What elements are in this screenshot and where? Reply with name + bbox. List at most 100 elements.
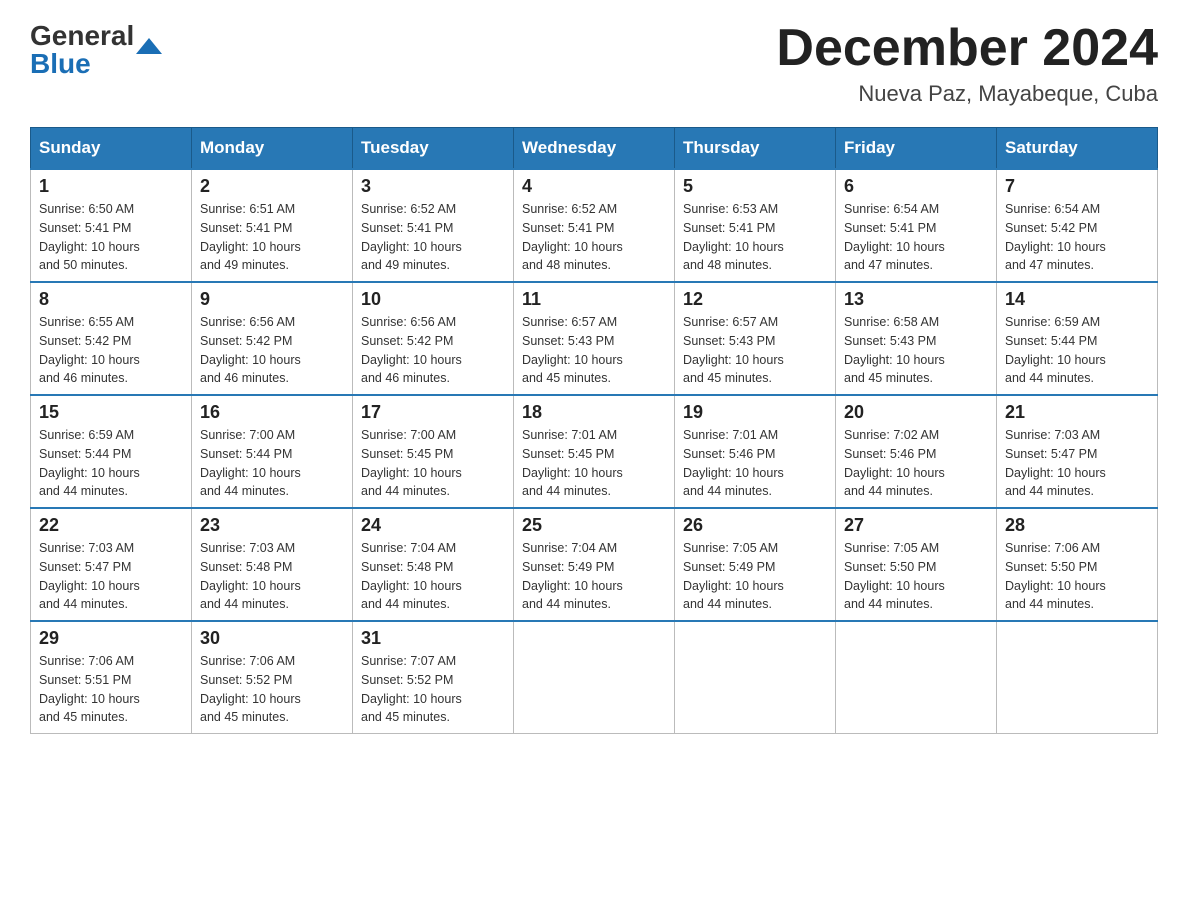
day-number: 4 <box>522 176 666 197</box>
calendar-cell: 21Sunrise: 7:03 AMSunset: 5:47 PMDayligh… <box>997 395 1158 508</box>
day-info: Sunrise: 7:06 AMSunset: 5:52 PMDaylight:… <box>200 652 344 727</box>
calendar-cell: 5Sunrise: 6:53 AMSunset: 5:41 PMDaylight… <box>675 169 836 282</box>
calendar-cell: 13Sunrise: 6:58 AMSunset: 5:43 PMDayligh… <box>836 282 997 395</box>
day-number: 1 <box>39 176 183 197</box>
calendar-table: SundayMondayTuesdayWednesdayThursdayFrid… <box>30 127 1158 734</box>
week-row-3: 15 Sunrise: 6:59 AMSunset: 5:44 PMDayligh… <box>31 395 1158 508</box>
day-info: Sunrise: 7:03 AMSunset: 5:48 PMDaylight:… <box>200 539 344 614</box>
weekday-header-tuesday: Tuesday <box>353 128 514 170</box>
day-number: 26 <box>683 515 827 536</box>
day-info: Sunrise: 6:52 AMSunset: 5:41 PMDaylight:… <box>361 200 505 275</box>
calendar-cell: 11 Sunrise: 6:57 AMSunset: 5:43 PMDayligh… <box>514 282 675 395</box>
day-info: Sunrise: 7:04 AMSunset: 5:48 PMDaylight:… <box>361 539 505 614</box>
calendar-cell: 18 Sunrise: 7:01 AMSunset: 5:45 PMDayligh… <box>514 395 675 508</box>
day-info: Sunrise: 7:06 AMSunset: 5:50 PMDaylight:… <box>1005 539 1149 614</box>
location-title: Nueva Paz, Mayabeque, Cuba <box>776 81 1158 107</box>
day-info: Sunrise: 6:51 AMSunset: 5:41 PMDaylight:… <box>200 200 344 275</box>
calendar-cell: 6Sunrise: 6:54 AMSunset: 5:41 PMDaylight… <box>836 169 997 282</box>
weekday-header-thursday: Thursday <box>675 128 836 170</box>
day-number: 6 <box>844 176 988 197</box>
calendar-cell <box>514 621 675 734</box>
calendar-cell: 15 Sunrise: 6:59 AMSunset: 5:44 PMDayligh… <box>31 395 192 508</box>
day-info: Sunrise: 6:59 AMSunset: 5:44 PMDaylight:… <box>1005 313 1149 388</box>
logo-blue-text: Blue <box>30 48 91 79</box>
day-number: 3 <box>361 176 505 197</box>
calendar-cell <box>675 621 836 734</box>
calendar-cell: 19 Sunrise: 7:01 AMSunset: 5:46 PMDayligh… <box>675 395 836 508</box>
day-number: 21 <box>1005 402 1149 423</box>
day-number: 15 <box>39 402 183 423</box>
day-info: Sunrise: 6:52 AMSunset: 5:41 PMDaylight:… <box>522 200 666 275</box>
month-title: December 2024 <box>776 20 1158 77</box>
day-number: 11 <box>522 289 666 310</box>
logo-area: General Blue <box>30 20 162 80</box>
calendar-cell: 16 Sunrise: 7:00 AMSunset: 5:44 PMDayligh… <box>192 395 353 508</box>
day-number: 12 <box>683 289 827 310</box>
title-area: December 2024 Nueva Paz, Mayabeque, Cuba <box>776 20 1158 107</box>
day-number: 23 <box>200 515 344 536</box>
day-info: Sunrise: 6:58 AMSunset: 5:43 PMDaylight:… <box>844 313 988 388</box>
calendar-cell: 9Sunrise: 6:56 AMSunset: 5:42 PMDaylight… <box>192 282 353 395</box>
day-number: 25 <box>522 515 666 536</box>
day-number: 5 <box>683 176 827 197</box>
calendar-cell: 4 Sunrise: 6:52 AMSunset: 5:41 PMDaylight… <box>514 169 675 282</box>
day-info: Sunrise: 7:05 AMSunset: 5:49 PMDaylight:… <box>683 539 827 614</box>
calendar-cell: 31 Sunrise: 7:07 AMSunset: 5:52 PMDayligh… <box>353 621 514 734</box>
calendar-cell: 3 Sunrise: 6:52 AMSunset: 5:41 PMDaylight… <box>353 169 514 282</box>
day-number: 8 <box>39 289 183 310</box>
calendar-cell: 25 Sunrise: 7:04 AMSunset: 5:49 PMDayligh… <box>514 508 675 621</box>
weekday-header-monday: Monday <box>192 128 353 170</box>
day-info: Sunrise: 6:57 AMSunset: 5:43 PMDaylight:… <box>683 313 827 388</box>
day-number: 29 <box>39 628 183 649</box>
day-number: 31 <box>361 628 505 649</box>
calendar-cell: 24 Sunrise: 7:04 AMSunset: 5:48 PMDayligh… <box>353 508 514 621</box>
calendar-cell: 29 Sunrise: 7:06 AMSunset: 5:51 PMDayligh… <box>31 621 192 734</box>
day-info: Sunrise: 6:59 AMSunset: 5:44 PMDaylight:… <box>39 426 183 501</box>
day-number: 17 <box>361 402 505 423</box>
day-info: Sunrise: 7:04 AMSunset: 5:49 PMDaylight:… <box>522 539 666 614</box>
week-row-2: 8 Sunrise: 6:55 AMSunset: 5:42 PMDaylight… <box>31 282 1158 395</box>
day-info: Sunrise: 7:00 AMSunset: 5:45 PMDaylight:… <box>361 426 505 501</box>
calendar-cell: 28 Sunrise: 7:06 AMSunset: 5:50 PMDayligh… <box>997 508 1158 621</box>
day-number: 9 <box>200 289 344 310</box>
day-info: Sunrise: 6:56 AMSunset: 5:42 PMDaylight:… <box>361 313 505 388</box>
calendar-cell: 26 Sunrise: 7:05 AMSunset: 5:49 PMDayligh… <box>675 508 836 621</box>
calendar-cell: 22Sunrise: 7:03 AMSunset: 5:47 PMDayligh… <box>31 508 192 621</box>
calendar-cell: 23 Sunrise: 7:03 AMSunset: 5:48 PMDayligh… <box>192 508 353 621</box>
weekday-header-sunday: Sunday <box>31 128 192 170</box>
day-number: 7 <box>1005 176 1149 197</box>
day-info: Sunrise: 7:01 AMSunset: 5:45 PMDaylight:… <box>522 426 666 501</box>
day-number: 16 <box>200 402 344 423</box>
day-info: Sunrise: 6:57 AMSunset: 5:43 PMDaylight:… <box>522 313 666 388</box>
logo: General Blue <box>30 20 162 80</box>
calendar-cell: 12 Sunrise: 6:57 AMSunset: 5:43 PMDayligh… <box>675 282 836 395</box>
day-info: Sunrise: 7:05 AMSunset: 5:50 PMDaylight:… <box>844 539 988 614</box>
calendar-cell: 7Sunrise: 6:54 AMSunset: 5:42 PMDaylight… <box>997 169 1158 282</box>
day-info: Sunrise: 7:02 AMSunset: 5:46 PMDaylight:… <box>844 426 988 501</box>
calendar-cell: 10 Sunrise: 6:56 AMSunset: 5:42 PMDayligh… <box>353 282 514 395</box>
day-info: Sunrise: 7:00 AMSunset: 5:44 PMDaylight:… <box>200 426 344 501</box>
weekday-header-wednesday: Wednesday <box>514 128 675 170</box>
calendar-cell: 30 Sunrise: 7:06 AMSunset: 5:52 PMDayligh… <box>192 621 353 734</box>
weekday-header-saturday: Saturday <box>997 128 1158 170</box>
day-number: 30 <box>200 628 344 649</box>
day-number: 14 <box>1005 289 1149 310</box>
day-info: Sunrise: 7:06 AMSunset: 5:51 PMDaylight:… <box>39 652 183 727</box>
day-info: Sunrise: 7:01 AMSunset: 5:46 PMDaylight:… <box>683 426 827 501</box>
calendar-cell: 8 Sunrise: 6:55 AMSunset: 5:42 PMDaylight… <box>31 282 192 395</box>
calendar-cell: 20Sunrise: 7:02 AMSunset: 5:46 PMDayligh… <box>836 395 997 508</box>
calendar-cell <box>836 621 997 734</box>
calendar-cell: 2 Sunrise: 6:51 AMSunset: 5:41 PMDaylight… <box>192 169 353 282</box>
day-number: 10 <box>361 289 505 310</box>
weekday-header-row: SundayMondayTuesdayWednesdayThursdayFrid… <box>31 128 1158 170</box>
day-info: Sunrise: 6:55 AMSunset: 5:42 PMDaylight:… <box>39 313 183 388</box>
day-number: 27 <box>844 515 988 536</box>
calendar-cell: 14 Sunrise: 6:59 AMSunset: 5:44 PMDayligh… <box>997 282 1158 395</box>
weekday-header-friday: Friday <box>836 128 997 170</box>
day-number: 28 <box>1005 515 1149 536</box>
day-number: 19 <box>683 402 827 423</box>
day-number: 24 <box>361 515 505 536</box>
day-info: Sunrise: 7:07 AMSunset: 5:52 PMDaylight:… <box>361 652 505 727</box>
day-number: 2 <box>200 176 344 197</box>
day-number: 18 <box>522 402 666 423</box>
